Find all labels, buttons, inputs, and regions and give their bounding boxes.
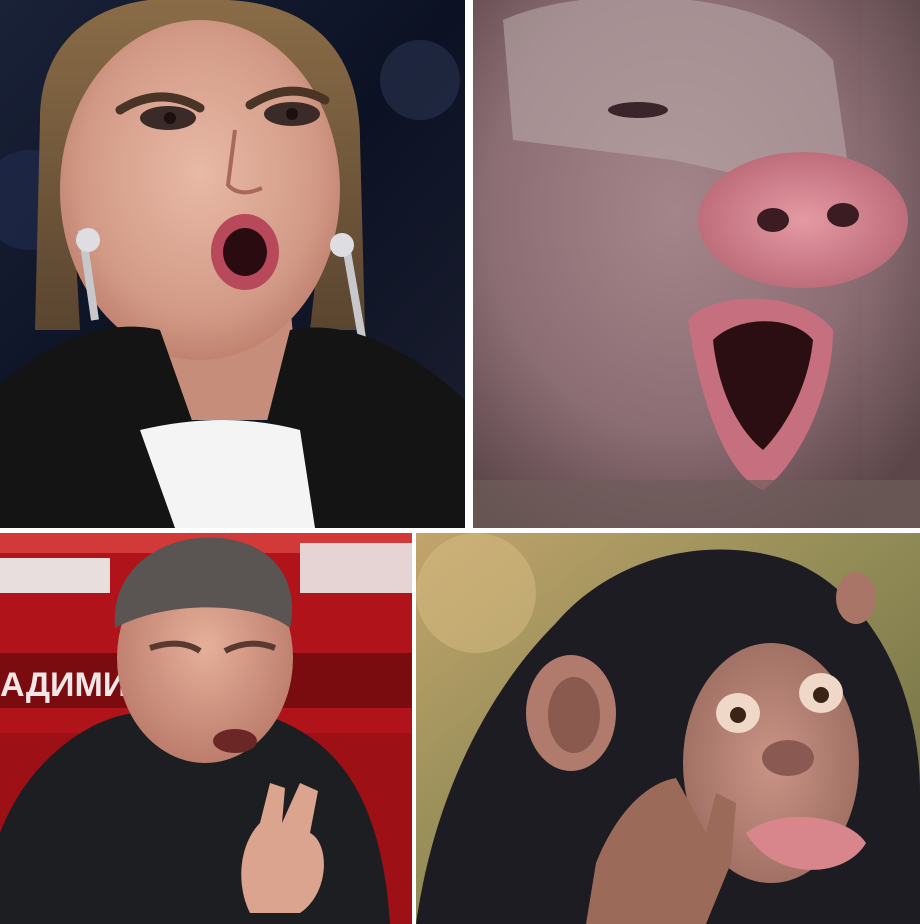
woman-photo [0,0,465,528]
photo-panel-chimpanzee [416,533,920,924]
chimpanzee-photo [416,533,920,924]
pig-photo [473,0,920,528]
man-photo: АДИМИ ОЛОВЬ [0,533,412,924]
photo-panel-pig [473,0,920,528]
photo-panel-woman [0,0,465,528]
photo-panel-man: АДИМИ ОЛОВЬ [0,533,412,924]
